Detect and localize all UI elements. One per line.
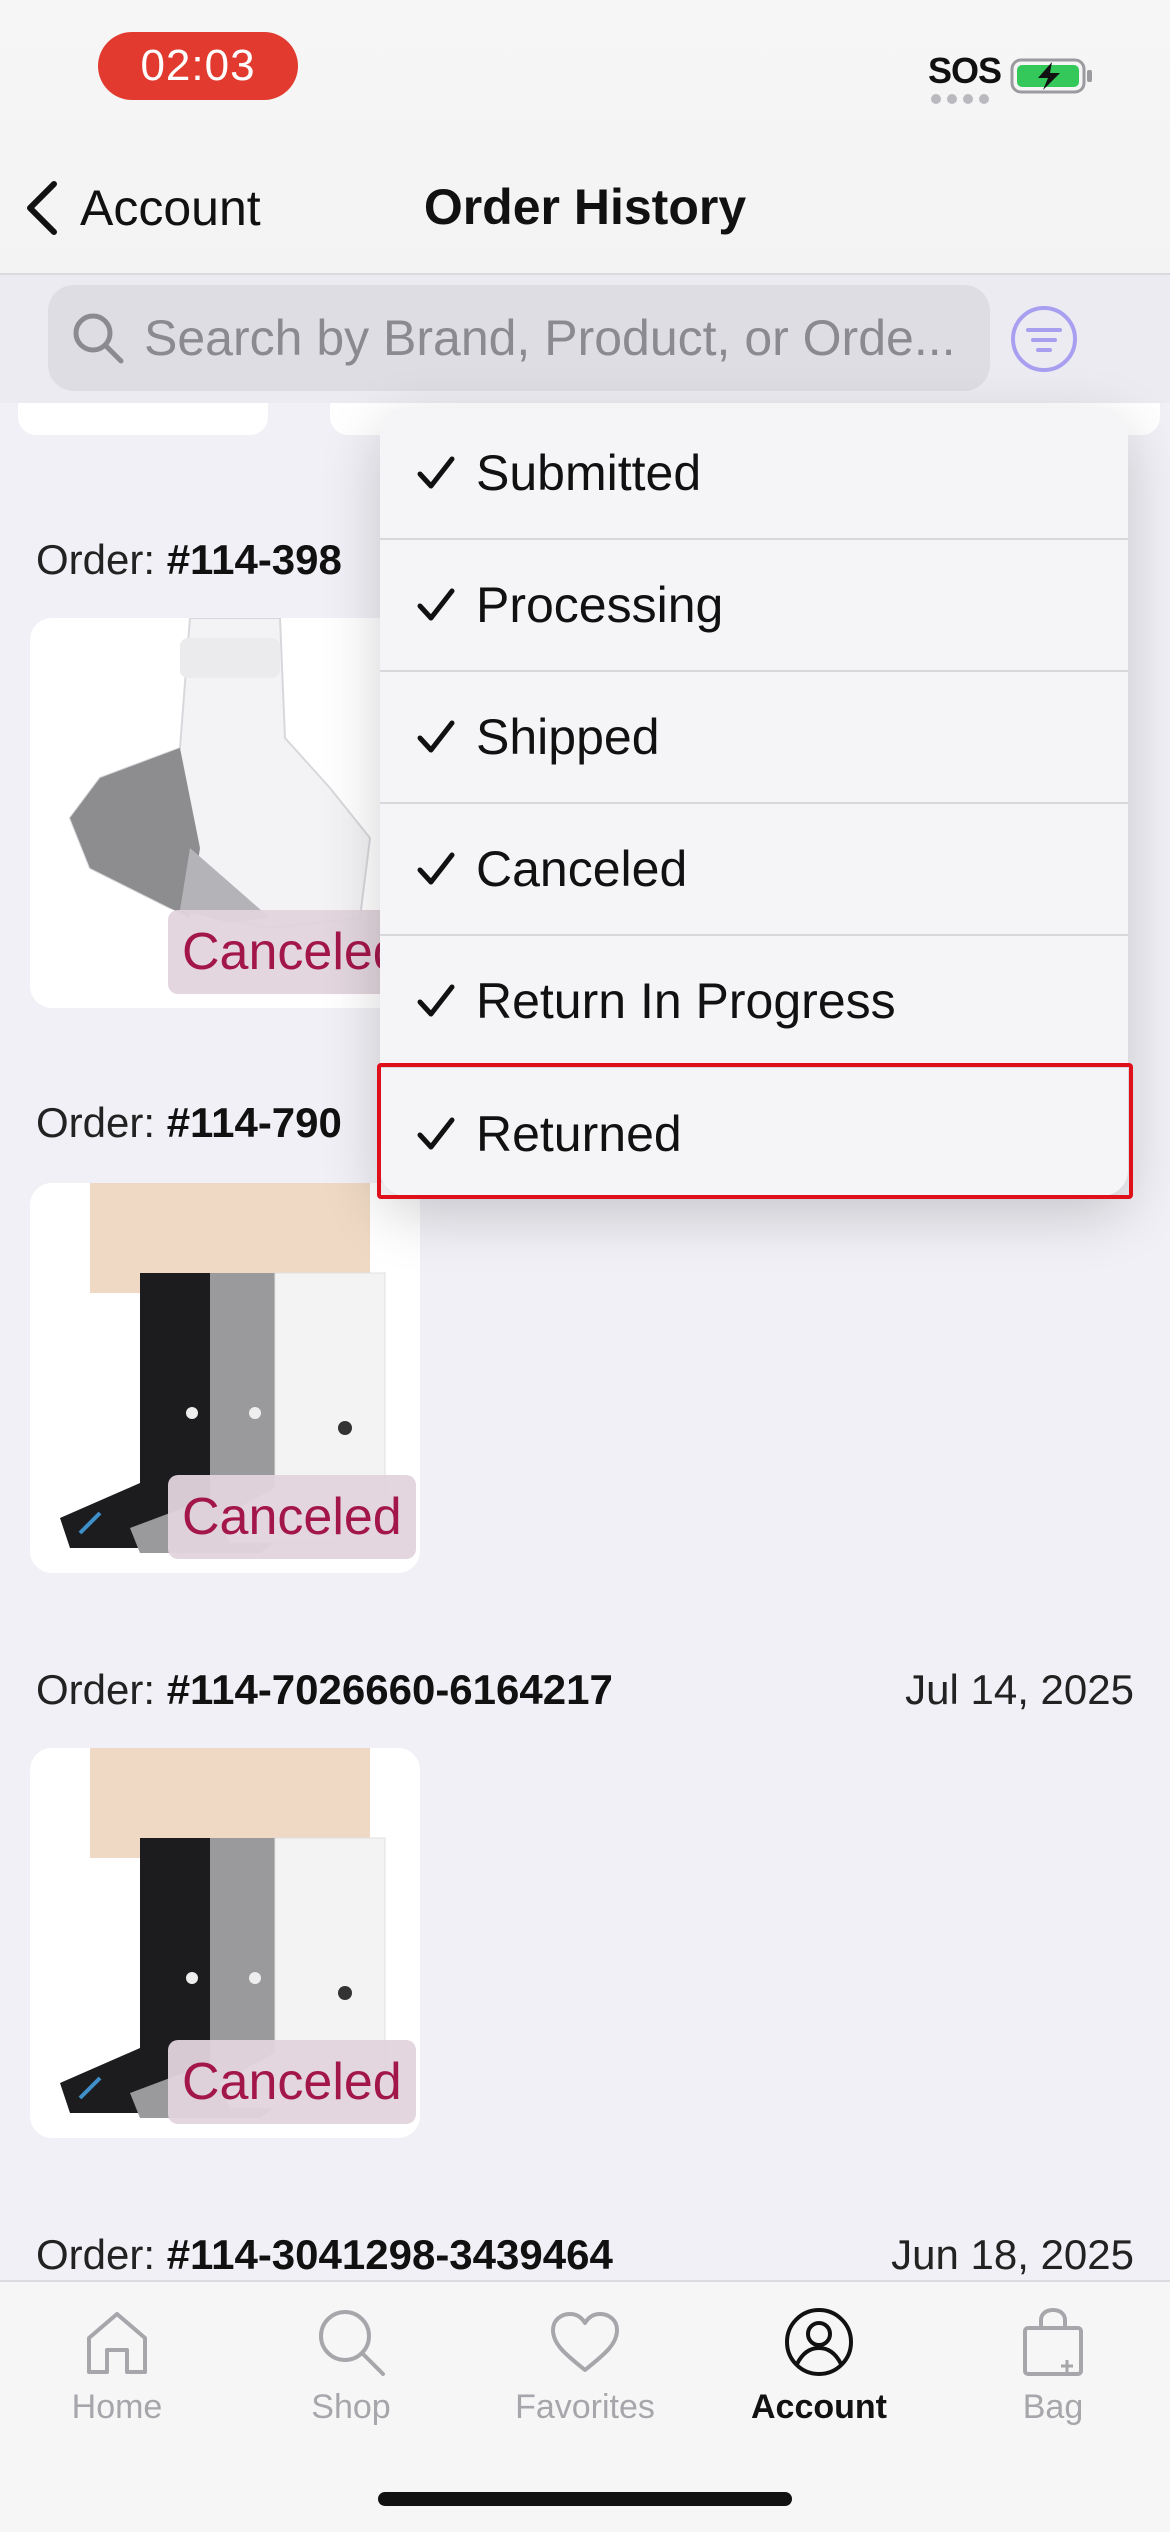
- checkmark-icon: [417, 588, 455, 621]
- filter-option-processing[interactable]: Processing: [380, 540, 1128, 672]
- filter-option-label: Submitted: [476, 445, 702, 501]
- tab-home[interactable]: Home: [0, 2302, 234, 2442]
- checkmark-icon: [417, 1117, 455, 1150]
- checkmark-icon: [417, 852, 455, 885]
- product-card[interactable]: Canceled: [30, 618, 420, 1008]
- order-label: Order:: [36, 536, 156, 583]
- tab-label: Shop: [311, 2388, 391, 2426]
- bag-icon: [1023, 2307, 1083, 2376]
- product-card[interactable]: Canceled: [30, 1748, 420, 2138]
- signal-dots-icon: [931, 94, 989, 104]
- tab-shop[interactable]: Shop: [234, 2302, 468, 2442]
- search-input[interactable]: Search by Brand, Product, or Orde...: [48, 285, 990, 391]
- tab-label: Bag: [1022, 2388, 1084, 2426]
- order-label: Order:: [36, 1666, 156, 1713]
- status-badge: Canceled: [168, 2040, 416, 2124]
- order-header: Order: #114-7026660-6164217 Jul 14, 2025: [36, 1660, 1134, 1720]
- product-card[interactable]: Canceled: [30, 1183, 420, 1573]
- order-date: Jul 14, 2025: [905, 1666, 1134, 1713]
- filter-option-label: Returned: [476, 1106, 682, 1162]
- order-number: #114-398: [166, 536, 342, 583]
- search-placeholder: Search by Brand, Product, or Orde...: [144, 310, 956, 366]
- search-icon: [73, 313, 124, 364]
- filter-option-label: Shipped: [476, 709, 660, 765]
- filter-option-label: Canceled: [476, 841, 688, 897]
- status-filter-menu: Submitted Processing Shipped Canceled Re…: [380, 408, 1128, 1196]
- status-badge: Canceled: [168, 1475, 416, 1559]
- checkmark-icon: [417, 720, 455, 753]
- filter-option-canceled[interactable]: Canceled: [380, 804, 1128, 936]
- tab-label: Account: [751, 2388, 887, 2426]
- filter-option-label: Processing: [476, 577, 724, 633]
- filter-option-return-in-progress[interactable]: Return In Progress: [380, 936, 1128, 1068]
- status-time: 02:03: [98, 32, 298, 100]
- order-label: Order:: [36, 1099, 156, 1146]
- search-icon: [319, 2310, 385, 2376]
- filter-option-submitted[interactable]: Submitted: [380, 408, 1128, 540]
- battery-charging-icon: [1010, 58, 1092, 94]
- tab-bag[interactable]: Bag: [936, 2302, 1170, 2442]
- navigation-bar: 02:03 SOS Account Order History: [0, 0, 1170, 275]
- tab-favorites[interactable]: Favorites: [468, 2302, 702, 2442]
- sos-indicator: SOS: [928, 50, 1002, 91]
- tab-label: Favorites: [515, 2388, 655, 2426]
- order-label: Order:: [36, 2231, 156, 2278]
- filter-option-shipped[interactable]: Shipped: [380, 672, 1128, 804]
- status-badge: Canceled: [168, 910, 416, 994]
- tab-account[interactable]: Account: [702, 2302, 936, 2442]
- order-number: #114-7026660-6164217: [166, 1666, 613, 1713]
- filter-option-returned[interactable]: Returned: [380, 1068, 1128, 1196]
- order-number: #114-3041298-3439464: [166, 2231, 613, 2278]
- filter-icon[interactable]: [1008, 303, 1080, 375]
- order-number: #114-790: [166, 1099, 342, 1146]
- checkmark-icon: [417, 456, 455, 489]
- search-bar-row: Search by Brand, Product, or Orde...: [0, 275, 1170, 403]
- home-indicator: [378, 2492, 792, 2506]
- person-icon: [785, 2308, 853, 2376]
- checkmark-icon: [417, 984, 455, 1017]
- filter-option-label: Return In Progress: [476, 973, 896, 1029]
- order-header: Order: #114-3041298-3439464 Jun 18, 2025: [36, 2225, 1134, 2285]
- heart-icon: [551, 2312, 619, 2372]
- page-title: Order History: [423, 179, 747, 235]
- order-date: Jun 18, 2025: [891, 2231, 1134, 2278]
- home-icon: [87, 2312, 147, 2374]
- tab-label: Home: [71, 2388, 163, 2426]
